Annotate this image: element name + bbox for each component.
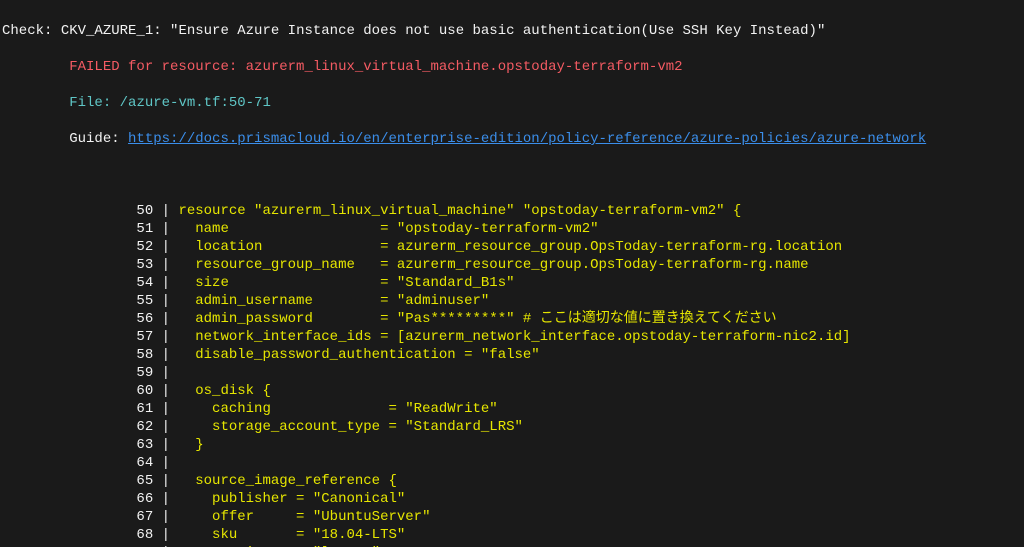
code-text: admin_username = "adminuser" <box>178 293 489 309</box>
line-number: 68 | <box>2 527 178 543</box>
code-text: offer = "UbuntuServer" <box>178 509 430 525</box>
code-text: caching = "ReadWrite" <box>178 401 497 417</box>
line-number: 60 | <box>2 383 178 399</box>
code-line: 68 | sku = "18.04-LTS" <box>2 526 1022 544</box>
code-line: 60 | os_disk { <box>2 382 1022 400</box>
code-text: location = azurerm_resource_group.OpsTod… <box>178 239 842 255</box>
line-number: 53 | <box>2 257 178 273</box>
line-number: 56 | <box>2 311 178 327</box>
line-number: 61 | <box>2 401 178 417</box>
file-path: /azure-vm.tf:50-71 <box>120 95 271 111</box>
code-line: 53 | resource_group_name = azurerm_resou… <box>2 256 1022 274</box>
code-line: 63 | } <box>2 436 1022 454</box>
code-line: 54 | size = "Standard_B1s" <box>2 274 1022 292</box>
blank-line <box>2 166 1022 184</box>
code-line: 59 | <box>2 364 1022 382</box>
code-text: disable_password_authentication = "false… <box>178 347 539 363</box>
line-number: 50 | <box>2 203 178 219</box>
code-line: 66 | publisher = "Canonical" <box>2 490 1022 508</box>
line-number: 66 | <box>2 491 178 507</box>
code-text: resource "azurerm_linux_virtual_machine"… <box>178 203 741 219</box>
code-line: 64 | <box>2 454 1022 472</box>
line-number: 64 | <box>2 455 178 471</box>
code-text: sku = "18.04-LTS" <box>178 527 405 543</box>
code-text: } <box>178 437 203 453</box>
line-number: 65 | <box>2 473 178 489</box>
failed-line: FAILED for resource: azurerm_linux_virtu… <box>2 58 1022 76</box>
code-text: resource_group_name = azurerm_resource_g… <box>178 257 808 273</box>
file-label: File: <box>69 95 119 111</box>
check-label: Check: <box>2 23 61 39</box>
code-text: size = "Standard_B1s" <box>178 275 514 291</box>
line-number: 55 | <box>2 293 178 309</box>
line-number: 59 | <box>2 365 178 381</box>
code-line: 51 | name = "opstoday-terraform-vm2" <box>2 220 1022 238</box>
file-line: File: /azure-vm.tf:50-71 <box>2 94 1022 112</box>
code-line: 67 | offer = "UbuntuServer" <box>2 508 1022 526</box>
code-line: 52 | location = azurerm_resource_group.O… <box>2 238 1022 256</box>
check-desc: "Ensure Azure Instance does not use basi… <box>170 23 825 39</box>
code-text: admin_password = "Pas*********" # ここは適切な… <box>178 311 776 327</box>
code-text: source_image_reference { <box>178 473 396 489</box>
line-number: 52 | <box>2 239 178 255</box>
terminal-output[interactable]: Check: CKV_AZURE_1: "Ensure Azure Instan… <box>0 0 1024 547</box>
code-block: 50 | resource "azurerm_linux_virtual_mac… <box>2 202 1022 547</box>
code-line: 61 | caching = "ReadWrite" <box>2 400 1022 418</box>
failed-msg: FAILED for resource: azurerm_linux_virtu… <box>69 59 682 75</box>
guide-url[interactable]: https://docs.prismacloud.io/en/enterpris… <box>128 131 926 147</box>
code-line: 57 | network_interface_ids = [azurerm_ne… <box>2 328 1022 346</box>
check-sep: : <box>153 23 170 39</box>
line-number: 57 | <box>2 329 178 345</box>
code-text: os_disk { <box>178 383 270 399</box>
code-text: network_interface_ids = [azurerm_network… <box>178 329 850 345</box>
line-number: 54 | <box>2 275 178 291</box>
code-text: publisher = "Canonical" <box>178 491 405 507</box>
line-number: 67 | <box>2 509 178 525</box>
check-line: Check: CKV_AZURE_1: "Ensure Azure Instan… <box>2 22 1022 40</box>
code-line: 58 | disable_password_authentication = "… <box>2 346 1022 364</box>
line-number: 62 | <box>2 419 178 435</box>
guide-line: Guide: https://docs.prismacloud.io/en/en… <box>2 130 1022 148</box>
check-id: CKV_AZURE_1 <box>61 23 153 39</box>
code-line: 65 | source_image_reference { <box>2 472 1022 490</box>
guide-label: Guide: <box>69 131 128 147</box>
code-line: 55 | admin_username = "adminuser" <box>2 292 1022 310</box>
line-number: 63 | <box>2 437 178 453</box>
code-line: 56 | admin_password = "Pas*********" # こ… <box>2 310 1022 328</box>
code-line: 50 | resource "azurerm_linux_virtual_mac… <box>2 202 1022 220</box>
code-text: storage_account_type = "Standard_LRS" <box>178 419 522 435</box>
code-line: 62 | storage_account_type = "Standard_LR… <box>2 418 1022 436</box>
line-number: 58 | <box>2 347 178 363</box>
line-number: 51 | <box>2 221 178 237</box>
code-text: name = "opstoday-terraform-vm2" <box>178 221 598 237</box>
